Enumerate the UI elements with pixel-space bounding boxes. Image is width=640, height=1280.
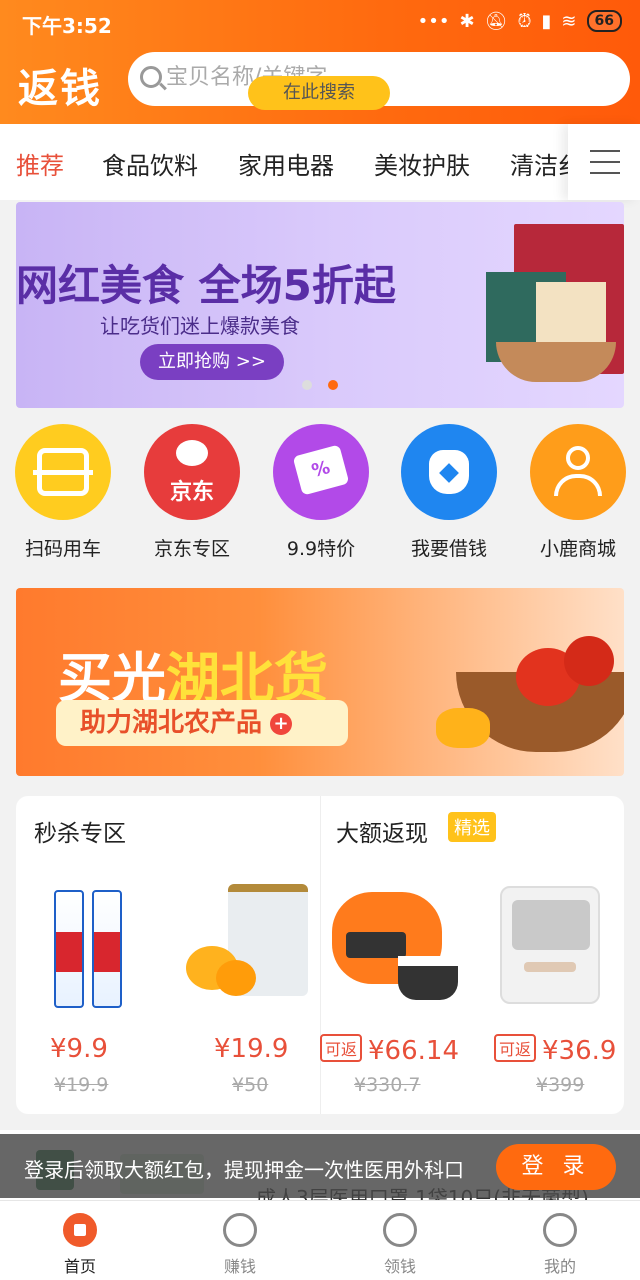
bottom-navigation: 首页 赚钱 领钱 我的 xyxy=(0,1200,640,1280)
nav-label: 领钱 xyxy=(383,1257,416,1276)
home-icon xyxy=(63,1213,97,1247)
battery-indicator: 66 xyxy=(586,10,622,32)
nav-home[interactable]: 首页 xyxy=(0,1201,160,1280)
carousel-dot-active[interactable] xyxy=(328,380,338,390)
nav-label: 首页 xyxy=(63,1257,96,1276)
product-price: 可返 ¥66.14 xyxy=(320,1034,459,1066)
banner-subtitle: 助力湖北农产品 + xyxy=(56,700,348,746)
product-sections: 秒杀专区 大额返现 精选 ¥9.9 ¥19.9 ¥19.9 ¥50 可返 ¥66.… xyxy=(16,796,624,1114)
login-button[interactable]: 登 录 xyxy=(496,1144,616,1190)
nav-label: 赚钱 xyxy=(223,1257,256,1276)
tomato-image xyxy=(564,636,614,686)
product-dough-mixer[interactable]: 可返 ¥36.9 ¥399 xyxy=(474,876,624,1106)
quick-link-mall[interactable]: 小鹿商城 xyxy=(523,424,633,561)
quick-link-loan[interactable]: 我要借钱 xyxy=(394,424,504,561)
peach-can-image xyxy=(172,876,322,1026)
tab-beauty[interactable]: 美妆护肤 xyxy=(374,146,470,181)
scan-icon xyxy=(15,424,111,520)
cashback-tag: 可返 xyxy=(320,1034,363,1062)
banner-subtitle: 让吃货们迷上爆款美食 xyxy=(100,314,300,338)
carousel-indicator xyxy=(302,380,338,390)
quick-link-label: 9.9特价 xyxy=(286,538,356,560)
tab-food-drinks[interactable]: 食品饮料 xyxy=(102,146,198,181)
quick-link-label: 我要借钱 xyxy=(410,538,487,560)
banner-title: 网红美食 全场5折起 xyxy=(16,261,396,310)
quick-link-scan[interactable]: 扫码用车 xyxy=(8,424,118,561)
pepper-image xyxy=(436,708,490,748)
bluetooth-icon: ✱ xyxy=(459,10,475,32)
food-promo-banner[interactable]: 网红美食 全场5折起 让吃货们迷上爆款美食 立即抢购 >> xyxy=(16,202,624,408)
quick-links: 扫码用车 京东 京东专区 % 9.9特价 我要借钱 小鹿商城 xyxy=(0,410,640,580)
product-old-price: ¥19.9 xyxy=(54,1074,109,1096)
product-old-price: ¥330.7 xyxy=(354,1074,421,1096)
hubei-promo-banner[interactable]: 买光湖北货 助力湖北农产品 + xyxy=(16,588,624,776)
cashback-tag: 可返 xyxy=(494,1034,537,1062)
product-old-price: ¥50 xyxy=(232,1074,269,1096)
product-peach-can[interactable]: ¥19.9 ¥50 xyxy=(172,876,322,1106)
coin-icon xyxy=(383,1213,417,1247)
login-prompt-bar: 登录后领取大额红包，提现押金一次性医用外科口 登 录 xyxy=(0,1134,640,1198)
signal-icon: ▮ xyxy=(541,10,552,32)
quick-link-jd[interactable]: 京东 京东专区 xyxy=(137,424,247,561)
category-tabs: 推荐 食品饮料 家用电器 美妆护肤 清洁纟 xyxy=(0,124,640,200)
header: 下午3:52 ••• ✱ 🔕︎ ⏰︎ ▮ ≋ 66 返钱 在此搜索 xyxy=(0,0,640,124)
nav-label: 我的 xyxy=(543,1257,576,1276)
nav-collect[interactable]: 领钱 xyxy=(320,1201,480,1280)
product-price: ¥19.9 xyxy=(214,1034,289,1064)
quick-link-deals[interactable]: % 9.9特价 xyxy=(266,424,376,561)
tab-recommend[interactable]: 推荐 xyxy=(16,146,64,181)
product-toothpaste[interactable]: ¥9.9 ¥19.9 xyxy=(34,876,184,1106)
money-bag-icon xyxy=(401,424,497,520)
product-price: 可返 ¥36.9 xyxy=(494,1034,616,1066)
app-logo[interactable]: 返钱 xyxy=(18,56,102,114)
jd-icon: 京东 xyxy=(144,424,240,520)
wifi-icon: ≋ xyxy=(561,10,577,32)
dough-mixer-image xyxy=(474,876,624,1026)
quick-link-label: 扫码用车 xyxy=(24,538,101,560)
money-bag-icon xyxy=(223,1213,257,1247)
mute-icon: 🔕︎ xyxy=(484,10,508,32)
nav-earn[interactable]: 赚钱 xyxy=(160,1201,320,1280)
status-bar: 下午3:52 ••• ✱ 🔕︎ ⏰︎ ▮ ≋ 66 xyxy=(0,0,640,44)
login-prompt-text: 登录后领取大额红包，提现押金一次性医用外科口 xyxy=(24,1158,464,1182)
coupon-icon: % xyxy=(273,424,369,520)
category-menu-button[interactable] xyxy=(568,124,640,200)
quick-link-label: 京东专区 xyxy=(153,538,230,560)
snack-box-image xyxy=(536,282,606,346)
status-time: 下午3:52 xyxy=(22,14,112,38)
search-button[interactable]: 在此搜索 xyxy=(248,76,390,110)
user-icon xyxy=(530,424,626,520)
dots-icon: ••• xyxy=(417,10,450,32)
alarm-icon: ⏰︎ xyxy=(517,10,532,32)
carousel-dot[interactable] xyxy=(302,380,312,390)
flash-sale-title[interactable]: 秒杀专区 xyxy=(34,814,126,848)
product-price: ¥9.9 xyxy=(50,1034,108,1064)
heart-icon: + xyxy=(270,713,293,735)
search-icon xyxy=(140,66,162,88)
nav-profile[interactable]: 我的 xyxy=(480,1201,640,1280)
rice-cooker-image xyxy=(320,876,470,1026)
tab-home-appliances[interactable]: 家用电器 xyxy=(238,146,334,181)
featured-badge: 精选 xyxy=(448,812,496,842)
cashback-title[interactable]: 大额返现 xyxy=(336,814,428,848)
toothpaste-image xyxy=(34,876,184,1026)
food-bowl-image xyxy=(496,342,616,382)
product-rice-cooker[interactable]: 可返 ¥66.14 ¥330.7 xyxy=(320,876,470,1106)
profile-icon xyxy=(543,1213,577,1247)
quick-link-label: 小鹿商城 xyxy=(539,538,616,560)
product-old-price: ¥399 xyxy=(536,1074,585,1096)
menu-icon xyxy=(590,150,620,152)
status-icons: ••• ✱ 🔕︎ ⏰︎ ▮ ≋ 66 xyxy=(418,10,622,32)
buy-now-button[interactable]: 立即抢购 >> xyxy=(140,344,284,380)
